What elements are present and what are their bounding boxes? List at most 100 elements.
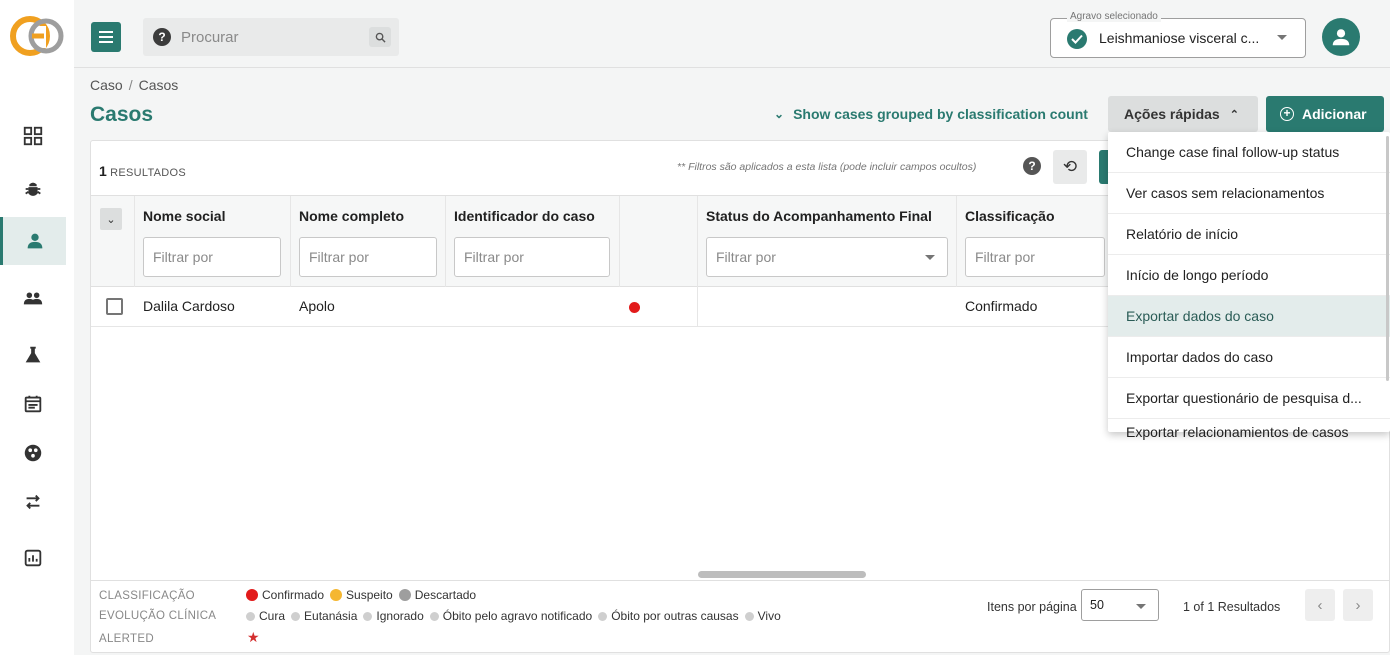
rail-cases[interactable]	[0, 217, 66, 265]
menu-item-no-relationships[interactable]: Ver casos sem relacionamentos	[1108, 173, 1390, 214]
breadcrumb-caso[interactable]: Caso	[90, 77, 123, 93]
legend-item: Confirmado	[246, 588, 324, 602]
column-label: Status do Acompanhamento Final	[706, 208, 932, 224]
legend-item: Ignorado	[363, 609, 424, 623]
menu-item-label: Exportar relacionamientos de casos	[1126, 424, 1349, 440]
account-icon	[1332, 29, 1350, 46]
rail-lab[interactable]	[0, 331, 66, 379]
page-title: Casos	[90, 103, 154, 126]
hamburger-icon	[99, 31, 113, 43]
logo-icon	[10, 16, 64, 56]
filter-identificador[interactable]: Filtrar por	[454, 237, 610, 277]
pagination-info: 1 of 1 Resultados	[1183, 600, 1281, 614]
legend-evolucao: Cura Eutanásia Ignorado Óbito pelo agrav…	[246, 609, 787, 623]
row-checkbox[interactable]	[106, 298, 123, 315]
items-per-page-value: 50	[1090, 598, 1104, 612]
rail-reports[interactable]	[0, 534, 66, 582]
next-page-button[interactable]: ›	[1343, 589, 1373, 621]
chevron-down-icon	[1136, 604, 1146, 609]
filter-placeholder: Filtrar por	[716, 249, 776, 265]
legend-item: Descartado	[398, 588, 477, 602]
select-column: ⌄	[91, 196, 135, 287]
legend-classificacao: Confirmado Suspeito Descartado	[246, 588, 482, 602]
legend-item: Óbito pelo agravo notificado	[429, 609, 592, 623]
horizontal-scrollbar[interactable]	[698, 571, 866, 578]
column-label: Identificador do caso	[454, 208, 595, 224]
dot-icon	[398, 589, 411, 601]
bug-icon	[25, 182, 41, 196]
rail-disease[interactable]	[0, 139, 66, 196]
menu-scrollbar[interactable]	[1386, 136, 1389, 381]
menu-item-change-status[interactable]: Change case final follow-up status	[1108, 132, 1390, 173]
legend-classificacao-label: CLASSIFICAÇÃO	[99, 590, 195, 602]
table-footer: CLASSIFICAÇÃO Confirmado Suspeito Descar…	[91, 580, 1389, 653]
person-icon	[27, 233, 42, 249]
column-label: Classificação	[965, 208, 1055, 224]
filter-status-acompanhamento[interactable]: Filtrar por	[706, 237, 948, 277]
transfer-icon	[26, 494, 40, 510]
column-label: Nome completo	[299, 208, 405, 224]
legend-text: Descartado	[414, 588, 477, 602]
star-icon: ★	[247, 629, 260, 645]
legend-evolucao-label: EVOLUÇÃO CLÍNICA	[99, 610, 217, 622]
column-alert	[620, 196, 698, 287]
filter-nome-completo[interactable]: Filtrar por	[299, 237, 437, 277]
dot-icon	[246, 611, 255, 621]
items-per-page-select[interactable]: 50	[1081, 589, 1159, 621]
dot-icon	[744, 611, 754, 621]
search-input[interactable]: ? Procurar	[143, 18, 399, 56]
menu-item-start-report[interactable]: Relatório de início	[1108, 214, 1390, 255]
help-icon[interactable]: ?	[1023, 157, 1041, 175]
menu-item-long-period[interactable]: Início de longo período	[1108, 255, 1390, 296]
chevron-down-icon	[1277, 35, 1287, 40]
legend-text: Vivo	[757, 609, 781, 623]
chevron-right-icon: ›	[1355, 596, 1361, 614]
quick-actions-button[interactable]: Ações rápidas ⌃	[1108, 96, 1258, 132]
legend-alerted-label: ALERTED	[99, 633, 154, 645]
legend-item: Cura	[246, 609, 285, 623]
previous-page-button[interactable]: ‹	[1305, 589, 1335, 621]
breadcrumb: Caso / Casos	[90, 77, 178, 93]
dot-icon	[429, 611, 439, 621]
grouped-cases-toggle[interactable]: ⌄ Show cases grouped by classification c…	[774, 106, 1088, 122]
menu-toggle-button[interactable]	[91, 22, 121, 52]
cell-classificacao: Confirmado	[965, 298, 1038, 314]
search-button[interactable]	[369, 27, 391, 47]
dot-icon	[598, 611, 608, 621]
search-placeholder: Procurar	[181, 28, 239, 46]
column-label: Nome social	[143, 208, 226, 224]
table-row[interactable]: Dalila Cardoso Apolo Confirmado	[91, 287, 1109, 327]
filter-nome-social[interactable]: Filtrar por	[143, 237, 281, 277]
legend-text: Óbito por outras causas	[611, 609, 739, 623]
legend-text: Eutanásia	[304, 609, 358, 623]
column-nome-social: Nome social Filtrar por	[135, 196, 291, 287]
filters-note: ** Filtros são aplicados a esta lista (p…	[677, 161, 977, 173]
rail-events[interactable]	[0, 380, 66, 428]
menu-item-export-case-data[interactable]: Exportar dados do caso	[1108, 296, 1390, 337]
dot-icon	[246, 589, 258, 601]
rail-outbreaks[interactable]	[0, 429, 66, 477]
column-divider	[697, 287, 698, 327]
check-circle-icon	[1067, 29, 1087, 49]
top-bar: ? Procurar Agravo selecionado Leishmanio…	[74, 0, 1390, 68]
rail-contacts[interactable]	[0, 274, 66, 322]
agravo-select[interactable]: Agravo selecionado Leishmaniose visceral…	[1050, 11, 1306, 58]
left-rail	[0, 0, 74, 655]
select-all-dropdown[interactable]: ⌄	[100, 208, 122, 230]
column-nome-completo: Nome completo Filtrar por	[291, 196, 446, 287]
filter-classificacao[interactable]: Filtrar por	[965, 237, 1105, 277]
menu-item-export-relationships[interactable]: Exportar relacionamientos de casos	[1108, 419, 1390, 440]
rail-transfers[interactable]	[0, 478, 66, 526]
add-case-button[interactable]: + Adicionar	[1266, 96, 1384, 132]
results-label: RESULTADOS	[110, 167, 187, 179]
report-icon	[24, 549, 42, 567]
menu-item-import-case-data[interactable]: Importar dados do caso	[1108, 337, 1390, 378]
avatar[interactable]	[1322, 18, 1360, 56]
dot-icon	[291, 611, 301, 621]
calendar-icon	[24, 395, 42, 413]
search-icon	[375, 32, 386, 43]
column-identificador: Identificador do caso Filtrar por	[446, 196, 620, 287]
legend-item: Vivo	[744, 609, 781, 623]
legend-item: Suspeito	[330, 588, 393, 602]
reset-filters-button[interactable]: ⟲	[1053, 150, 1087, 184]
